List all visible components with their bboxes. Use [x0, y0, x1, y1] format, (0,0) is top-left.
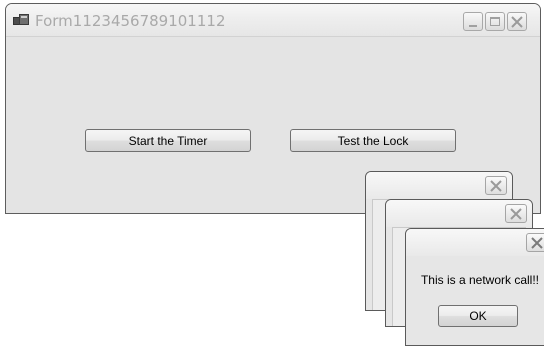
app-icon-front-pane [19, 14, 29, 25]
close-icon [486, 177, 506, 194]
start-timer-button[interactable]: Start the Timer [85, 129, 251, 152]
dialog-message: This is a network call!! [420, 273, 540, 287]
title-bar[interactable]: Form1123456789101112 [6, 4, 540, 37]
test-lock-button[interactable]: Test the Lock [290, 129, 456, 152]
close-button[interactable] [507, 12, 527, 31]
message-dialog: This is a network call!! OK [405, 228, 544, 346]
maximize-button[interactable] [485, 12, 505, 31]
dialog-title-bar[interactable] [406, 229, 544, 256]
minimize-icon [469, 25, 477, 27]
maximize-icon [490, 17, 500, 26]
close-icon [527, 234, 544, 251]
close-icon [508, 13, 526, 30]
dialog-close-button[interactable] [485, 176, 507, 195]
window-title: Form1123456789101112 [35, 12, 226, 30]
dialog-close-button[interactable] [505, 204, 527, 223]
app-icon[interactable] [13, 14, 29, 28]
close-icon [506, 205, 526, 222]
dialog-close-button[interactable] [526, 233, 544, 252]
minimize-button[interactable] [463, 12, 483, 31]
ok-button[interactable]: OK [438, 305, 518, 327]
